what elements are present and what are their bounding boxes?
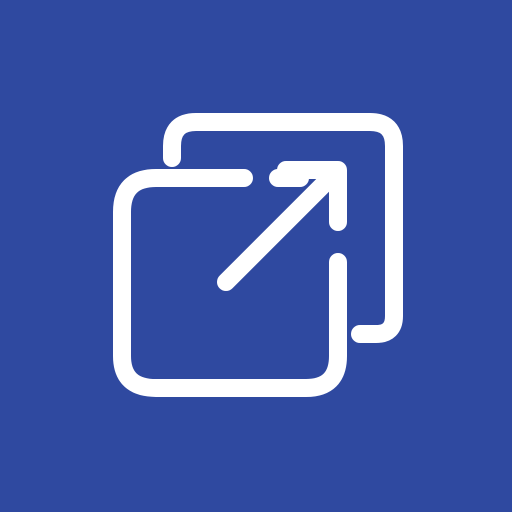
icon-tile (0, 0, 512, 512)
open-in-new-window-icon (0, 0, 512, 512)
